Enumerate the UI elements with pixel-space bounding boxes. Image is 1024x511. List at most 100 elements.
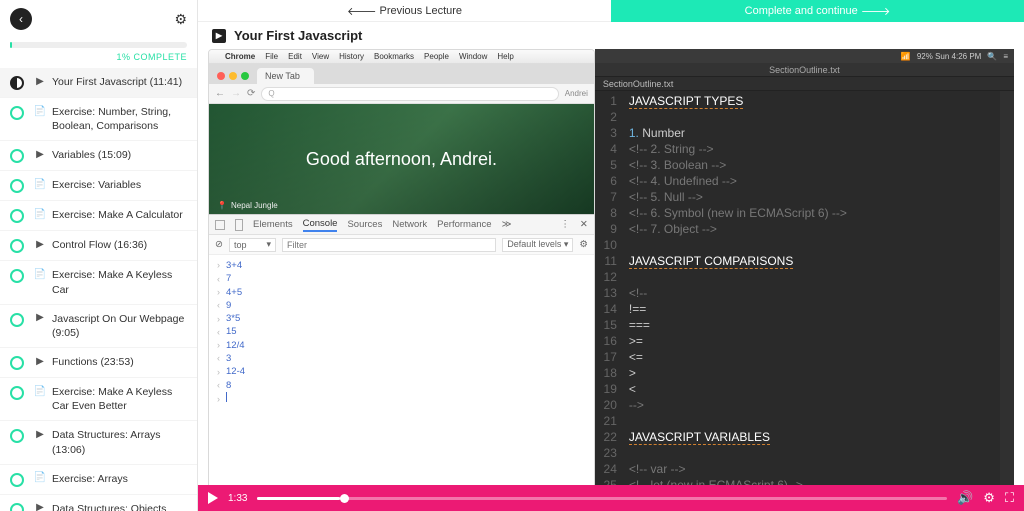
inspect-icon[interactable] (215, 220, 225, 230)
progress: 1% COMPLETE (0, 38, 197, 68)
video-icon: ▶ (34, 148, 46, 160)
clear-icon[interactable]: ⊘ (215, 239, 223, 250)
reload-icon[interactable]: ⟳ (247, 88, 255, 99)
lecture-item[interactable]: 📄 Exercise: Make A Calculator (0, 201, 197, 231)
lecture-item[interactable]: ▶Variables (15:09) (0, 141, 197, 171)
mac-menu-item[interactable]: Window (459, 52, 487, 61)
mac-menu-item[interactable]: Bookmarks (374, 52, 414, 61)
console-value: 8 (226, 379, 231, 392)
filter-input[interactable] (282, 238, 496, 252)
fullscreen-icon[interactable]: ⛶ (1005, 490, 1014, 506)
lecture-item[interactable]: ▶Javascript On Our Webpage (9:05) (0, 305, 197, 348)
nav-back-icon[interactable]: ← (215, 88, 225, 99)
progress-label: 1% COMPLETE (10, 48, 187, 62)
window-max-icon[interactable] (241, 72, 249, 80)
minimap[interactable] (1000, 91, 1014, 511)
back-button[interactable]: ‹ (10, 8, 32, 30)
mac-menu-item[interactable]: View (312, 52, 329, 61)
mac-menubar: Chrome File Edit View History Bookmarks People… (209, 50, 594, 64)
console-output[interactable]: ›3+4‹7›4+5‹9›3*5‹15›12/4‹3›12-4‹8› (209, 255, 594, 510)
editor-tab[interactable]: SectionOutline.txt (595, 77, 1014, 91)
devtools-tab[interactable]: Console (303, 218, 338, 232)
lecture-item[interactable]: ▶Data Structures: Arrays (13:06) (0, 421, 197, 464)
devtools-close-icon[interactable]: ✕ (580, 219, 588, 230)
window-min-icon[interactable] (229, 72, 237, 80)
seek-knob[interactable] (340, 494, 349, 503)
lecture-item[interactable]: 📄Exercise: Make A Keyless Car (0, 261, 197, 304)
lecture-list[interactable]: ▶Your First Javascript (11:41)📄Exercise:… (0, 68, 197, 511)
mac-menu-item[interactable]: File (265, 52, 278, 61)
code-line: JAVASCRIPT VARIABLES (629, 429, 994, 445)
lecture-title: Exercise: Make A Calculator (52, 208, 187, 222)
nav-forward-icon[interactable]: → (231, 88, 241, 99)
video-icon: ▶ (34, 502, 46, 511)
console-value: 3 (226, 352, 231, 365)
lecture-title: Exercise: Make A Keyless Car Even Better (52, 385, 187, 413)
lecture-title: Control Flow (16:36) (52, 238, 187, 252)
code-line: <!-- 4. Undefined --> (629, 173, 994, 189)
progress-fill (10, 42, 12, 48)
devtools-tab[interactable]: Elements (253, 219, 293, 230)
code-line: JAVASCRIPT TYPES (629, 93, 994, 109)
volume-icon[interactable]: 🔊 (957, 490, 973, 506)
lecture-item[interactable]: ▶Your First Javascript (11:41) (0, 68, 197, 98)
chevron-left-icon: ‹ (217, 273, 220, 286)
mac-menu-item[interactable]: Edit (288, 52, 302, 61)
seek-fill (257, 497, 340, 500)
document-icon: 📄 (34, 472, 46, 484)
mac-menu-item[interactable]: Chrome (225, 52, 255, 61)
chevron-right-icon: › (217, 286, 220, 299)
complete-continue-button[interactable]: Complete and continue 🡒 (611, 0, 1024, 22)
console-value: 12/4 (226, 339, 245, 352)
settings-icon[interactable]: ⚙ (174, 11, 187, 28)
code-line (629, 109, 994, 125)
lecture-title: Data Structures: Objects (15:25) (52, 502, 187, 511)
previous-lecture-label: Previous Lecture (380, 5, 463, 17)
page-title: Your First Javascript (234, 28, 362, 43)
document-icon: 📄 (34, 208, 46, 220)
chevron-left-icon: ‹ (217, 379, 220, 392)
code-line: !== (629, 301, 994, 317)
console-line: ›12/4 (217, 339, 586, 352)
devtools-menu-icon[interactable]: ⋮ (560, 219, 570, 230)
devtools-tab[interactable]: Performance (437, 219, 491, 230)
lecture-title: Exercise: Number, String, Boolean, Compa… (52, 105, 187, 133)
lecture-item[interactable]: 📄Exercise: Number, String, Boolean, Comp… (0, 98, 197, 141)
code-lines[interactable]: JAVASCRIPT TYPES 1. Number<!-- 2. String… (623, 91, 1000, 511)
devtools-more-icon[interactable]: ≫ (502, 219, 512, 230)
device-icon[interactable] (235, 219, 243, 231)
lecture-item[interactable]: 📄Exercise: Variables (0, 171, 197, 201)
play-button[interactable] (208, 492, 218, 504)
video-area: Chrome File Edit View History Bookmarks People… (198, 49, 1024, 511)
mac-menu-item[interactable]: History (339, 52, 364, 61)
devtools-tab[interactable]: Network (392, 219, 427, 230)
browser-tab[interactable]: New Tab (257, 68, 314, 84)
lecture-item[interactable]: ▶Control Flow (16:36) (0, 231, 197, 261)
new-tab-hero: Good afternoon, Andrei. 📍 Nepal Jungle (209, 104, 594, 214)
mac-menu-item[interactable]: Help (497, 52, 513, 61)
levels-select[interactable]: Default levels ▾ (502, 238, 573, 252)
address-input[interactable]: Q (261, 87, 558, 101)
devtools-settings-icon[interactable]: ⚙ (579, 239, 588, 250)
devtools-tab[interactable]: Sources (347, 219, 382, 230)
window-close-icon[interactable] (217, 72, 225, 80)
line-gutter: 1234567891011121314151617181920212223242… (595, 91, 623, 511)
seek-track[interactable] (257, 497, 947, 500)
code-line: <!-- 3. Boolean --> (629, 157, 994, 173)
console-line: ‹7 (217, 272, 586, 285)
mac-menu-item[interactable]: People (424, 52, 449, 61)
code-line: <!-- var --> (629, 461, 994, 477)
console-line: ‹15 (217, 325, 586, 338)
console-line: ‹3 (217, 352, 586, 365)
player-settings-icon[interactable]: ⚙ (983, 490, 995, 506)
console-value: 12-4 (226, 365, 245, 378)
lecture-item[interactable]: 📄Exercise: Make A Keyless Car Even Bette… (0, 378, 197, 421)
lecture-title: Functions (23:53) (52, 355, 187, 369)
lecture-item[interactable]: 📄Exercise: Arrays (0, 465, 197, 495)
console-value: 3+4 (226, 259, 242, 272)
status-icon (10, 76, 24, 90)
lecture-item[interactable]: ▶Functions (23:53) (0, 348, 197, 378)
previous-lecture-button[interactable]: 🡐 Previous Lecture (198, 0, 611, 22)
lecture-item[interactable]: ▶ Data Structures: Objects (15:25) (0, 495, 197, 511)
context-select[interactable]: top▾ (229, 238, 276, 252)
